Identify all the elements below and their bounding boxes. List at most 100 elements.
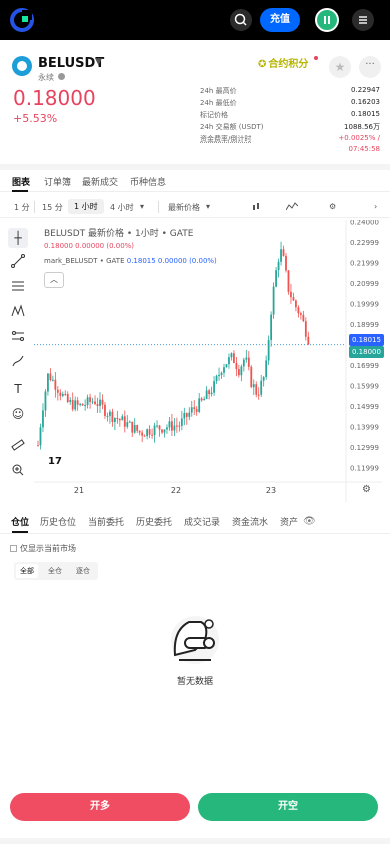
y-tick-label: 0.13999 bbox=[350, 423, 379, 431]
price-chart[interactable]: 0.24000 0.22999 0.21999 0.20999 0.19999 0.189… bbox=[34, 219, 384, 502]
empty-state-text: 暂无数据 bbox=[176, 677, 213, 687]
tab-coin-info[interactable]: 币种信息 bbox=[130, 175, 166, 188]
candle-body bbox=[128, 421, 131, 423]
interval-15m[interactable]: 15 分 bbox=[42, 202, 63, 213]
only-current-label: 仅显示当前市场 bbox=[20, 544, 76, 553]
candle-body bbox=[292, 297, 295, 301]
candle-body bbox=[262, 377, 265, 381]
search-icon[interactable] bbox=[230, 9, 252, 31]
tab-transactions[interactable]: 资金流水 bbox=[232, 515, 268, 528]
candle-body bbox=[148, 429, 151, 435]
avatar[interactable] bbox=[315, 8, 339, 32]
menu-icon[interactable] bbox=[352, 9, 374, 31]
open-short-button[interactable]: 开空 bbox=[198, 793, 378, 821]
text-icon[interactable]: T bbox=[8, 379, 28, 399]
y-tick-label: 0.20999 bbox=[350, 280, 379, 288]
checkbox-icon[interactable] bbox=[10, 545, 17, 552]
ruler-icon[interactable] bbox=[8, 438, 28, 458]
candle-body bbox=[240, 366, 243, 376]
candle-body bbox=[280, 249, 282, 262]
candle-body bbox=[290, 291, 292, 298]
candle-body bbox=[101, 399, 104, 405]
candle-body bbox=[171, 421, 173, 431]
tab-recent-trades[interactable]: 最新成交 bbox=[82, 175, 118, 188]
collapse-legend-icon[interactable]: ︿ bbox=[44, 272, 64, 288]
candle-body bbox=[74, 400, 77, 410]
tab-orderbook[interactable]: 订单簿 bbox=[44, 175, 71, 188]
more-icon[interactable]: ··· bbox=[359, 56, 381, 78]
candle-body bbox=[131, 421, 134, 433]
candle-body bbox=[230, 353, 233, 358]
candle-body bbox=[71, 400, 74, 410]
fib-retracement-icon[interactable] bbox=[8, 279, 28, 299]
interval-4h[interactable]: 4 小时 bbox=[110, 202, 134, 213]
interval-1h[interactable]: 1 小时 bbox=[68, 199, 104, 214]
candle-body bbox=[89, 397, 91, 402]
candle-body bbox=[242, 359, 245, 367]
contract-points-badge[interactable]: ✪ 合约积分 bbox=[254, 56, 314, 74]
candle-body bbox=[223, 367, 225, 373]
tab-order-history[interactable]: 历史委托 bbox=[136, 515, 172, 528]
trend-line-icon[interactable] bbox=[8, 254, 28, 274]
candle-body bbox=[304, 321, 307, 337]
indicators-icon[interactable] bbox=[285, 202, 299, 214]
only-current-market-toggle[interactable]: 仅显示当前市场 bbox=[10, 543, 76, 554]
recharge-button[interactable]: 充值 bbox=[260, 8, 300, 32]
separator bbox=[158, 201, 159, 213]
info-icon[interactable] bbox=[58, 73, 65, 80]
tab-open-orders[interactable]: 当前委托 bbox=[88, 515, 124, 528]
candle-body bbox=[168, 421, 171, 428]
candle-body bbox=[113, 417, 116, 422]
interval-1m[interactable]: 1 分 bbox=[14, 202, 30, 213]
chevron-right-icon[interactable]: › bbox=[374, 202, 377, 211]
candle-body bbox=[81, 403, 84, 406]
last-price-tag: 0.18000 bbox=[349, 345, 384, 358]
candle-body bbox=[252, 384, 255, 388]
stat-value-funding: +0.0025% / bbox=[338, 134, 380, 142]
candle-body bbox=[86, 397, 89, 405]
stat-label-low: 24h 最低价 bbox=[200, 99, 237, 107]
candle-body bbox=[237, 369, 240, 376]
filter-isolated[interactable]: 逐仓 bbox=[72, 564, 94, 578]
filter-all[interactable]: 全部 bbox=[16, 564, 38, 578]
candle-body bbox=[156, 425, 158, 427]
candle-body bbox=[307, 336, 310, 345]
chart-settings-icon[interactable]: ⚙ bbox=[362, 484, 371, 495]
price-type-select[interactable]: 最新价格 bbox=[168, 202, 200, 213]
candle-body bbox=[257, 394, 260, 396]
crosshair-icon[interactable]: ┼ bbox=[8, 228, 28, 248]
candle-type-icon[interactable] bbox=[252, 202, 262, 214]
caret-down-icon[interactable]: ▾ bbox=[140, 202, 144, 211]
open-long-button[interactable]: 开多 bbox=[10, 793, 190, 821]
tab-chart[interactable]: 图表 bbox=[12, 175, 30, 188]
eye-icon[interactable]: 👁 bbox=[303, 516, 316, 527]
brush-icon[interactable] bbox=[8, 354, 28, 374]
notification-dot bbox=[314, 56, 318, 60]
filter-cross[interactable]: 全仓 bbox=[44, 564, 66, 578]
gate-logo[interactable] bbox=[10, 8, 34, 32]
zoom-in-icon[interactable] bbox=[8, 463, 28, 483]
candle-body bbox=[133, 425, 136, 433]
pattern-icon[interactable] bbox=[8, 304, 28, 324]
gear-icon[interactable]: ⚙ bbox=[329, 202, 336, 211]
caret-down-icon[interactable]: ▾ bbox=[206, 202, 210, 211]
candle-body bbox=[96, 404, 99, 406]
caret-down-icon[interactable]: ▼ bbox=[95, 57, 102, 67]
candle-body bbox=[151, 434, 153, 436]
tab-positions[interactable]: 仓位 bbox=[11, 515, 29, 528]
stat-value-high: 0.22947 bbox=[351, 86, 380, 94]
candle-body bbox=[116, 417, 119, 420]
change-percent: +5.53% bbox=[13, 112, 58, 125]
candle-body bbox=[193, 407, 196, 410]
candle-body bbox=[183, 413, 186, 419]
tab-assets[interactable]: 资产 bbox=[280, 515, 298, 528]
forecast-icon[interactable] bbox=[8, 329, 28, 349]
emoji-icon[interactable]: ☺ bbox=[8, 404, 28, 424]
stat-value-low: 0.16203 bbox=[351, 98, 380, 106]
candle-body bbox=[295, 300, 297, 308]
tab-position-history[interactable]: 历史仓位 bbox=[40, 515, 76, 528]
tab-trade-history[interactable]: 成交记录 bbox=[184, 515, 220, 528]
stat-value-volume: 1088.56万 bbox=[344, 123, 380, 131]
favorite-star-icon[interactable]: ★ bbox=[329, 56, 351, 78]
stat-label-funding[interactable]: 资金费率/倒计时 bbox=[200, 134, 251, 144]
